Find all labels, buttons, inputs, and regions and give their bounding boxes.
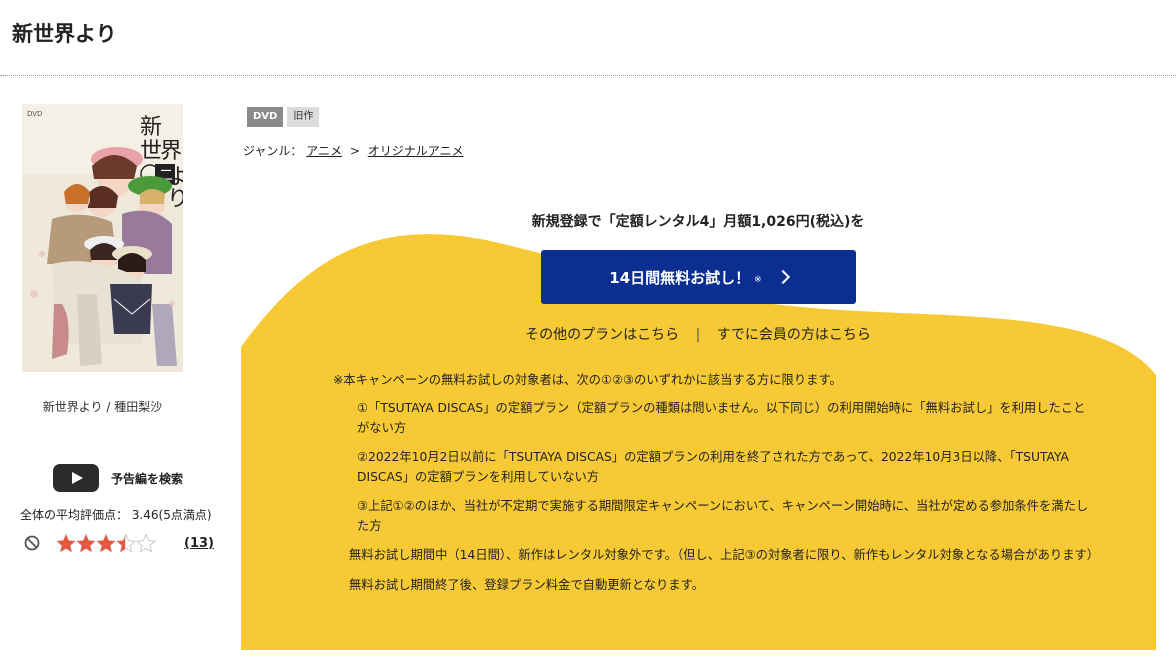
- cover-caption: 新世界より / 種田梨沙: [42, 400, 163, 414]
- svg-text:界: 界: [160, 139, 182, 164]
- star-icon: [56, 533, 76, 553]
- other-plans-link[interactable]: その他のプランはこちら: [525, 327, 679, 343]
- free-trial-button[interactable]: 14日間無料お試し！ ※: [541, 250, 856, 304]
- svg-text:り: り: [167, 187, 183, 212]
- free-trial-label[interactable]: 14日間無料お試し！: [609, 267, 750, 288]
- plan-links: その他のプランはこちら | すでに会員の方はこちら: [398, 324, 998, 344]
- star-rating: [56, 532, 156, 554]
- trailer-label[interactable]: 予告編を検索: [111, 470, 183, 487]
- svg-text:世: 世: [140, 139, 162, 164]
- page-title: 新世界より: [12, 22, 117, 46]
- free-trial-note: ※: [754, 275, 762, 285]
- member-login-link[interactable]: すでに会員の方はこちら: [717, 327, 871, 343]
- star-icon: [116, 533, 136, 553]
- star-icon: [76, 533, 96, 553]
- old-release-badge: 旧作: [287, 107, 320, 127]
- title-divider: [0, 75, 1176, 76]
- average-rating-text: 全体の平均評価点： 3.46(5点満点): [20, 508, 212, 522]
- svg-text:新: 新: [140, 115, 162, 140]
- chevron-right-icon: [775, 269, 790, 285]
- genre-label: ジャンル：: [243, 144, 303, 158]
- genre-link-anime[interactable]: アニメ: [306, 144, 342, 158]
- plan-link-separator: |: [695, 327, 701, 343]
- genre-link-original-anime[interactable]: オリジナルアニメ: [368, 144, 464, 158]
- genre-separator: >: [349, 144, 360, 158]
- format-badges: DVD 旧作: [247, 107, 320, 127]
- genre-breadcrumb: ジャンル： アニメ > オリジナルアニメ: [243, 142, 463, 159]
- review-count-link[interactable]: (13): [184, 536, 214, 551]
- campaign-notes: ※本キャンペーンの無料お試しの対象者は、次の①②③のいずれかに該当する方に限りま…: [333, 370, 1100, 605]
- auto-renew-note: 無料お試し期間終了後、登録プラン料金で自動更新となります。: [349, 578, 705, 592]
- condition-item: ③上記①②のほか、当社が不定期で実施する期間限定キャンペーンにおいて、キャンペー…: [357, 499, 1089, 533]
- star-icon: [136, 533, 156, 553]
- notes-heading: ※本キャンペーンの無料お試しの対象者は、次の①②③のいずれかに該当する方に限りま…: [333, 373, 842, 387]
- signup-offer-text: 新規登録で「定額レンタル4」月額1,026円(税込)を: [531, 214, 865, 230]
- trial-period-note: 無料お試し期間中（14日間）、新作はレンタル対象外です。（但し、上記③の対象者に…: [349, 548, 1100, 562]
- dvd-cover-image[interactable]: DVD 新 世 界 よ り 二: [22, 104, 183, 372]
- rating-row: (13): [24, 532, 214, 556]
- dvd-badge: DVD: [247, 107, 284, 127]
- trailer-search-button[interactable]: 予告編を検索: [53, 464, 183, 492]
- prohibited-icon[interactable]: [24, 535, 40, 551]
- condition-item: ②2022年10月2日以前に「TSUTAYA DISCAS」の定額プランの利用を…: [357, 450, 1069, 484]
- condition-item: ①「TSUTAYA DISCAS」の定額プラン（定額プランの種類は問いません。以…: [357, 401, 1086, 435]
- play-icon[interactable]: [53, 464, 99, 492]
- cover-logo: DVD: [27, 110, 42, 118]
- star-icon: [96, 533, 116, 553]
